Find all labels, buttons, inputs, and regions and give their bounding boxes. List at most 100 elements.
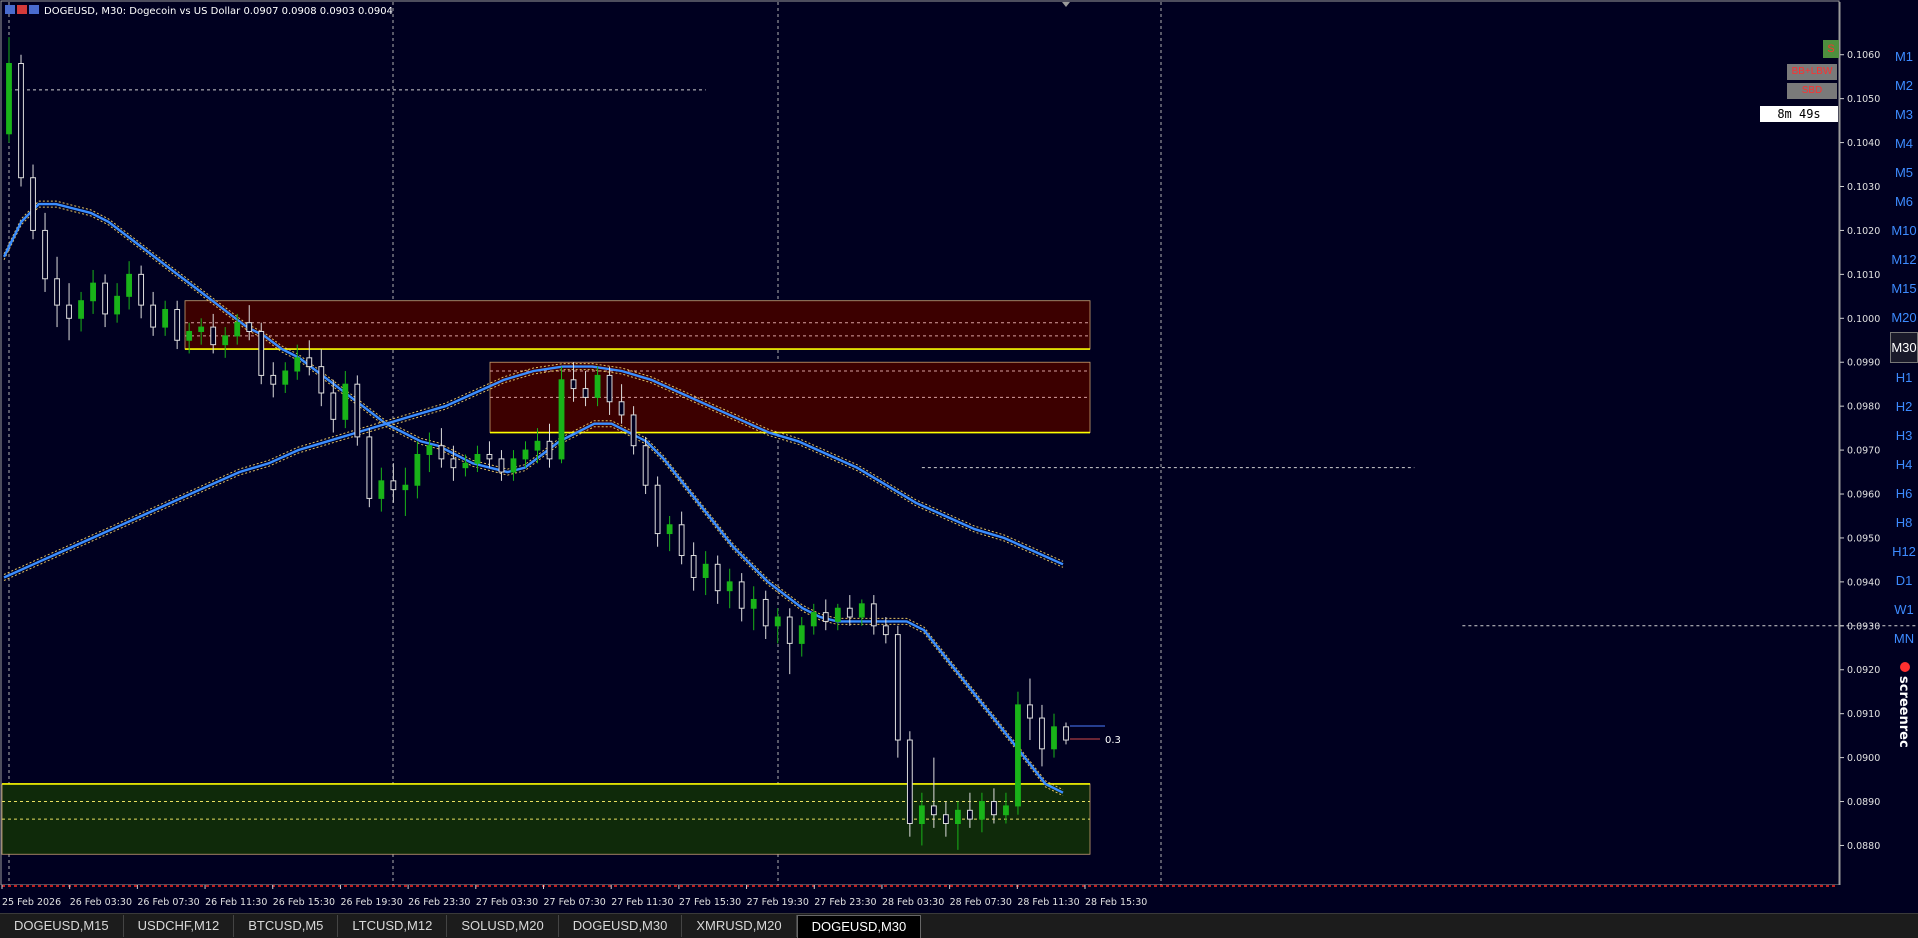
candle-body[interactable]: [906, 739, 913, 824]
timeframe-d1[interactable]: D1: [1890, 566, 1918, 595]
candle-body[interactable]: [1063, 726, 1069, 741]
candle-body[interactable]: [78, 300, 84, 319]
candle-body[interactable]: [546, 440, 553, 460]
candle-body[interactable]: [594, 374, 601, 398]
candle-body[interactable]: [474, 453, 481, 464]
candle-body[interactable]: [642, 445, 649, 486]
window-icon[interactable]: [17, 5, 27, 14]
candle-body[interactable]: [246, 322, 253, 332]
candle-body[interactable]: [979, 801, 985, 820]
chart-tab[interactable]: LTCUSD,M12: [338, 915, 448, 937]
zone-rect[interactable]: [184, 300, 1091, 350]
candle-body[interactable]: [150, 304, 157, 328]
chart-tab[interactable]: DOGEUSD,M15: [0, 915, 124, 937]
timeframe-m15[interactable]: M15: [1890, 274, 1918, 303]
timeframe-h6[interactable]: H6: [1890, 479, 1918, 508]
candle-body[interactable]: [270, 374, 277, 385]
timeframe-h12[interactable]: H12: [1890, 537, 1918, 566]
timeframe-m20[interactable]: M20: [1890, 303, 1918, 332]
candle-body[interactable]: [42, 229, 48, 280]
candle-body[interactable]: [690, 555, 697, 578]
candle-body[interactable]: [102, 282, 108, 315]
candle-body[interactable]: [858, 603, 865, 618]
candle-body[interactable]: [522, 449, 529, 460]
window-icon[interactable]: [5, 5, 15, 14]
candle-body[interactable]: [126, 273, 133, 297]
bb-lbw-button[interactable]: BB+LBW: [1787, 64, 1837, 80]
candle-body[interactable]: [18, 63, 24, 179]
candle-body[interactable]: [402, 484, 409, 491]
candle-body[interactable]: [414, 453, 421, 486]
candle-body[interactable]: [918, 805, 925, 824]
candle-body[interactable]: [258, 330, 265, 376]
candle-body[interactable]: [330, 392, 337, 420]
window-icon[interactable]: [29, 5, 39, 14]
candle-body[interactable]: [222, 335, 229, 346]
candle-body[interactable]: [954, 809, 961, 824]
candle-body[interactable]: [786, 616, 793, 644]
candle-body[interactable]: [486, 453, 493, 460]
chart-tab[interactable]: DOGEUSD,M30: [796, 914, 922, 938]
chart-tab[interactable]: SOLUSD,M20: [447, 915, 559, 937]
candle-body[interactable]: [991, 801, 997, 816]
candle-body[interactable]: [678, 524, 685, 557]
timeframe-mn[interactable]: MN: [1890, 624, 1918, 653]
candle-body[interactable]: [282, 370, 289, 385]
candle-body[interactable]: [582, 388, 589, 398]
candle-body[interactable]: [750, 598, 757, 609]
chart-tab[interactable]: USDCHF,M12: [124, 915, 235, 937]
candle-body[interactable]: [1003, 805, 1009, 816]
candle-body[interactable]: [774, 616, 781, 627]
chart-tab[interactable]: XMRUSD,M20: [682, 915, 797, 937]
chart-tab[interactable]: BTCUSD,M5: [234, 915, 339, 937]
candle-body[interactable]: [198, 326, 205, 332]
timeframe-m10[interactable]: M10: [1890, 216, 1918, 245]
signal-button[interactable]: S: [1823, 40, 1839, 58]
candle-body[interactable]: [462, 462, 469, 469]
candle-body[interactable]: [354, 383, 361, 438]
candle-body[interactable]: [174, 309, 181, 341]
candle-body[interactable]: [726, 581, 733, 592]
candle-body[interactable]: [666, 524, 673, 535]
candle-body[interactable]: [834, 607, 841, 622]
candle-body[interactable]: [870, 603, 877, 627]
candle-body[interactable]: [798, 625, 805, 644]
candle-body[interactable]: [138, 273, 145, 306]
timeframe-h8[interactable]: H8: [1890, 508, 1918, 537]
candle-body[interactable]: [438, 445, 445, 460]
candle-body[interactable]: [967, 809, 973, 820]
candle-body[interactable]: [714, 563, 721, 592]
candle-body[interactable]: [630, 414, 637, 447]
candle-body[interactable]: [738, 581, 745, 609]
candle-body[interactable]: [570, 379, 577, 390]
chart-tab[interactable]: DOGEUSD,M30: [559, 915, 683, 937]
candle-body[interactable]: [54, 278, 60, 306]
candle-body[interactable]: [318, 366, 325, 394]
candle-body[interactable]: [342, 383, 349, 420]
timeframe-m2[interactable]: M2: [1890, 71, 1918, 100]
timeframe-m6[interactable]: M6: [1890, 187, 1918, 216]
timeframe-m3[interactable]: M3: [1890, 100, 1918, 129]
candle-body[interactable]: [930, 805, 937, 816]
timeframe-h3[interactable]: H3: [1890, 421, 1918, 450]
candle-body[interactable]: [6, 63, 12, 135]
candle-body[interactable]: [186, 330, 193, 341]
candle-body[interactable]: [822, 612, 829, 622]
candle-body[interactable]: [498, 458, 505, 473]
candle-body[interactable]: [510, 458, 517, 473]
candle-body[interactable]: [378, 480, 385, 499]
candle-body[interactable]: [894, 634, 901, 741]
timeframe-m30[interactable]: M30: [1890, 332, 1918, 363]
candle-body[interactable]: [234, 322, 241, 337]
timeframe-m1[interactable]: M1: [1890, 42, 1918, 71]
candle-body[interactable]: [1051, 726, 1057, 750]
timeframe-h1[interactable]: H1: [1890, 363, 1918, 392]
candle-body[interactable]: [702, 563, 709, 578]
timeframe-h4[interactable]: H4: [1890, 450, 1918, 479]
price-chart[interactable]: 0.1060 0.1050 0.1040 0.1030 0.1020 0.1010 0.10…: [0, 0, 1918, 937]
candle-body[interactable]: [306, 357, 313, 368]
candle-body[interactable]: [534, 440, 541, 451]
candle-body[interactable]: [810, 612, 817, 627]
candle-body[interactable]: [390, 480, 397, 491]
candle-body[interactable]: [90, 282, 96, 302]
